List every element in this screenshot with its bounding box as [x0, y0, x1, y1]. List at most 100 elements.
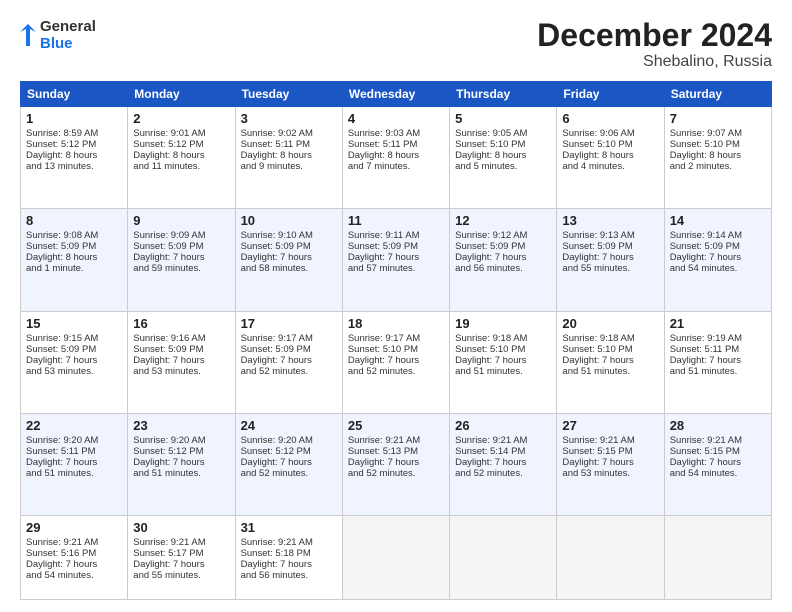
table-row: 16Sunrise: 9:16 AMSunset: 5:09 PMDayligh…: [128, 311, 235, 413]
cell-info-line: Sunset: 5:09 PM: [241, 344, 337, 355]
cell-info-line: Sunrise: 9:01 AM: [133, 128, 229, 139]
cell-info-line: Sunset: 5:09 PM: [241, 241, 337, 252]
cell-info-line: Sunrise: 9:20 AM: [241, 435, 337, 446]
table-row: 24Sunrise: 9:20 AMSunset: 5:12 PMDayligh…: [235, 414, 342, 516]
day-number: 2: [133, 111, 229, 126]
table-row: [664, 516, 771, 600]
cell-info-line: and 51 minutes.: [455, 366, 551, 377]
day-number: 5: [455, 111, 551, 126]
cell-info-line: Daylight: 7 hours: [455, 457, 551, 468]
day-number: 26: [455, 418, 551, 433]
cell-info-line: Daylight: 7 hours: [562, 457, 658, 468]
table-row: 31Sunrise: 9:21 AMSunset: 5:18 PMDayligh…: [235, 516, 342, 600]
day-number: 20: [562, 316, 658, 331]
cell-info-line: Sunrise: 9:05 AM: [455, 128, 551, 139]
cell-info-line: Sunrise: 9:15 AM: [26, 333, 122, 344]
cell-info-line: and 51 minutes.: [26, 468, 122, 479]
day-number: 28: [670, 418, 766, 433]
cell-info-line: Sunrise: 9:21 AM: [455, 435, 551, 446]
cell-info-line: Sunset: 5:09 PM: [26, 241, 122, 252]
cell-info-line: Sunrise: 9:18 AM: [562, 333, 658, 344]
cell-info-line: Sunset: 5:09 PM: [133, 241, 229, 252]
day-number: 19: [455, 316, 551, 331]
cell-info-line: Sunset: 5:18 PM: [241, 548, 337, 559]
day-number: 24: [241, 418, 337, 433]
day-number: 16: [133, 316, 229, 331]
day-number: 4: [348, 111, 444, 126]
table-row: 15Sunrise: 9:15 AMSunset: 5:09 PMDayligh…: [21, 311, 128, 413]
calendar-week-row: 8Sunrise: 9:08 AMSunset: 5:09 PMDaylight…: [21, 209, 772, 311]
day-number: 10: [241, 213, 337, 228]
cell-info-line: Sunset: 5:09 PM: [455, 241, 551, 252]
cell-info-line: and 54 minutes.: [26, 570, 122, 581]
cell-info-line: Daylight: 8 hours: [241, 150, 337, 161]
cell-info-line: and 9 minutes.: [241, 161, 337, 172]
cell-info-line: Daylight: 7 hours: [241, 559, 337, 570]
table-row: 2Sunrise: 9:01 AMSunset: 5:12 PMDaylight…: [128, 107, 235, 209]
cell-info-line: Sunset: 5:11 PM: [241, 139, 337, 150]
logo-line2: Blue: [40, 35, 96, 52]
day-number: 30: [133, 520, 229, 535]
cell-info-line: Daylight: 7 hours: [670, 252, 766, 263]
cell-info-line: and 54 minutes.: [670, 263, 766, 274]
cell-info-line: and 52 minutes.: [348, 468, 444, 479]
table-row: 23Sunrise: 9:20 AMSunset: 5:12 PMDayligh…: [128, 414, 235, 516]
cell-info-line: Sunset: 5:10 PM: [455, 344, 551, 355]
cell-info-line: Sunrise: 9:06 AM: [562, 128, 658, 139]
col-sunday: Sunday: [21, 82, 128, 107]
cell-info-line: Sunrise: 9:21 AM: [26, 537, 122, 548]
table-row: 22Sunrise: 9:20 AMSunset: 5:11 PMDayligh…: [21, 414, 128, 516]
cell-info-line: and 11 minutes.: [133, 161, 229, 172]
cell-info-line: Sunrise: 9:03 AM: [348, 128, 444, 139]
day-number: 13: [562, 213, 658, 228]
col-saturday: Saturday: [664, 82, 771, 107]
table-row: 6Sunrise: 9:06 AMSunset: 5:10 PMDaylight…: [557, 107, 664, 209]
cell-info-line: Sunset: 5:09 PM: [26, 344, 122, 355]
cell-info-line: and 4 minutes.: [562, 161, 658, 172]
day-number: 6: [562, 111, 658, 126]
logo: General Blue: [20, 18, 96, 53]
cell-info-line: and 52 minutes.: [348, 366, 444, 377]
day-number: 14: [670, 213, 766, 228]
cell-info-line: Daylight: 7 hours: [133, 252, 229, 263]
cell-info-line: Daylight: 7 hours: [455, 252, 551, 263]
day-number: 29: [26, 520, 122, 535]
month-year-title: December 2024: [537, 18, 772, 53]
cell-info-line: and 7 minutes.: [348, 161, 444, 172]
table-row: 12Sunrise: 9:12 AMSunset: 5:09 PMDayligh…: [450, 209, 557, 311]
cell-info-line: Daylight: 7 hours: [348, 252, 444, 263]
table-row: 9Sunrise: 9:09 AMSunset: 5:09 PMDaylight…: [128, 209, 235, 311]
title-block: December 2024 Shebalino, Russia: [537, 18, 772, 71]
cell-info-line: Daylight: 7 hours: [348, 355, 444, 366]
cell-info-line: and 56 minutes.: [455, 263, 551, 274]
cell-info-line: Sunset: 5:17 PM: [133, 548, 229, 559]
table-row: 28Sunrise: 9:21 AMSunset: 5:15 PMDayligh…: [664, 414, 771, 516]
cell-info-line: Daylight: 7 hours: [241, 355, 337, 366]
logo-line1: General: [40, 18, 96, 35]
cell-info-line: and 55 minutes.: [562, 263, 658, 274]
table-row: 10Sunrise: 9:10 AMSunset: 5:09 PMDayligh…: [235, 209, 342, 311]
cell-info-line: Daylight: 8 hours: [670, 150, 766, 161]
cell-info-line: Daylight: 7 hours: [455, 355, 551, 366]
table-row: [450, 516, 557, 600]
calendar-table: Sunday Monday Tuesday Wednesday Thursday…: [20, 81, 772, 600]
table-row: 29Sunrise: 9:21 AMSunset: 5:16 PMDayligh…: [21, 516, 128, 600]
table-row: 27Sunrise: 9:21 AMSunset: 5:15 PMDayligh…: [557, 414, 664, 516]
cell-info-line: Sunrise: 9:08 AM: [26, 230, 122, 241]
cell-info-line: Daylight: 8 hours: [26, 150, 122, 161]
cell-info-line: Daylight: 7 hours: [241, 252, 337, 263]
cell-info-line: and 59 minutes.: [133, 263, 229, 274]
day-number: 3: [241, 111, 337, 126]
table-row: 30Sunrise: 9:21 AMSunset: 5:17 PMDayligh…: [128, 516, 235, 600]
day-number: 23: [133, 418, 229, 433]
cell-info-line: Sunset: 5:11 PM: [26, 446, 122, 457]
cell-info-line: Sunset: 5:15 PM: [670, 446, 766, 457]
table-row: 21Sunrise: 9:19 AMSunset: 5:11 PMDayligh…: [664, 311, 771, 413]
cell-info-line: Daylight: 7 hours: [241, 457, 337, 468]
cell-info-line: Sunrise: 9:16 AM: [133, 333, 229, 344]
cell-info-line: Daylight: 8 hours: [133, 150, 229, 161]
cell-info-line: and 57 minutes.: [348, 263, 444, 274]
cell-info-line: and 53 minutes.: [26, 366, 122, 377]
day-number: 22: [26, 418, 122, 433]
cell-info-line: and 51 minutes.: [133, 468, 229, 479]
